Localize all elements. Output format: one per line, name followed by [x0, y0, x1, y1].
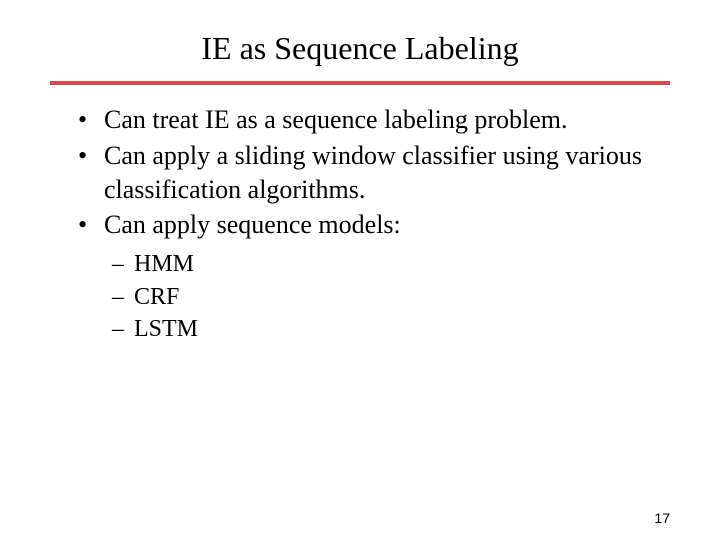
bullet-item: Can treat IE as a sequence labeling prob… [78, 103, 670, 137]
page-number: 17 [654, 510, 670, 526]
slide-title: IE as Sequence Labeling [50, 30, 670, 67]
sub-bullet-list: HMM CRF LSTM [50, 248, 670, 345]
bullet-item: Can apply a sliding window classifier us… [78, 139, 670, 207]
bullet-item: Can apply sequence models: [78, 208, 670, 242]
sub-bullet-item: CRF [112, 281, 670, 313]
sub-bullet-item: HMM [112, 248, 670, 280]
sub-bullet-item: LSTM [112, 313, 670, 345]
title-divider [50, 81, 670, 85]
slide: IE as Sequence Labeling Can treat IE as … [0, 0, 720, 540]
bullet-list: Can treat IE as a sequence labeling prob… [50, 103, 670, 242]
